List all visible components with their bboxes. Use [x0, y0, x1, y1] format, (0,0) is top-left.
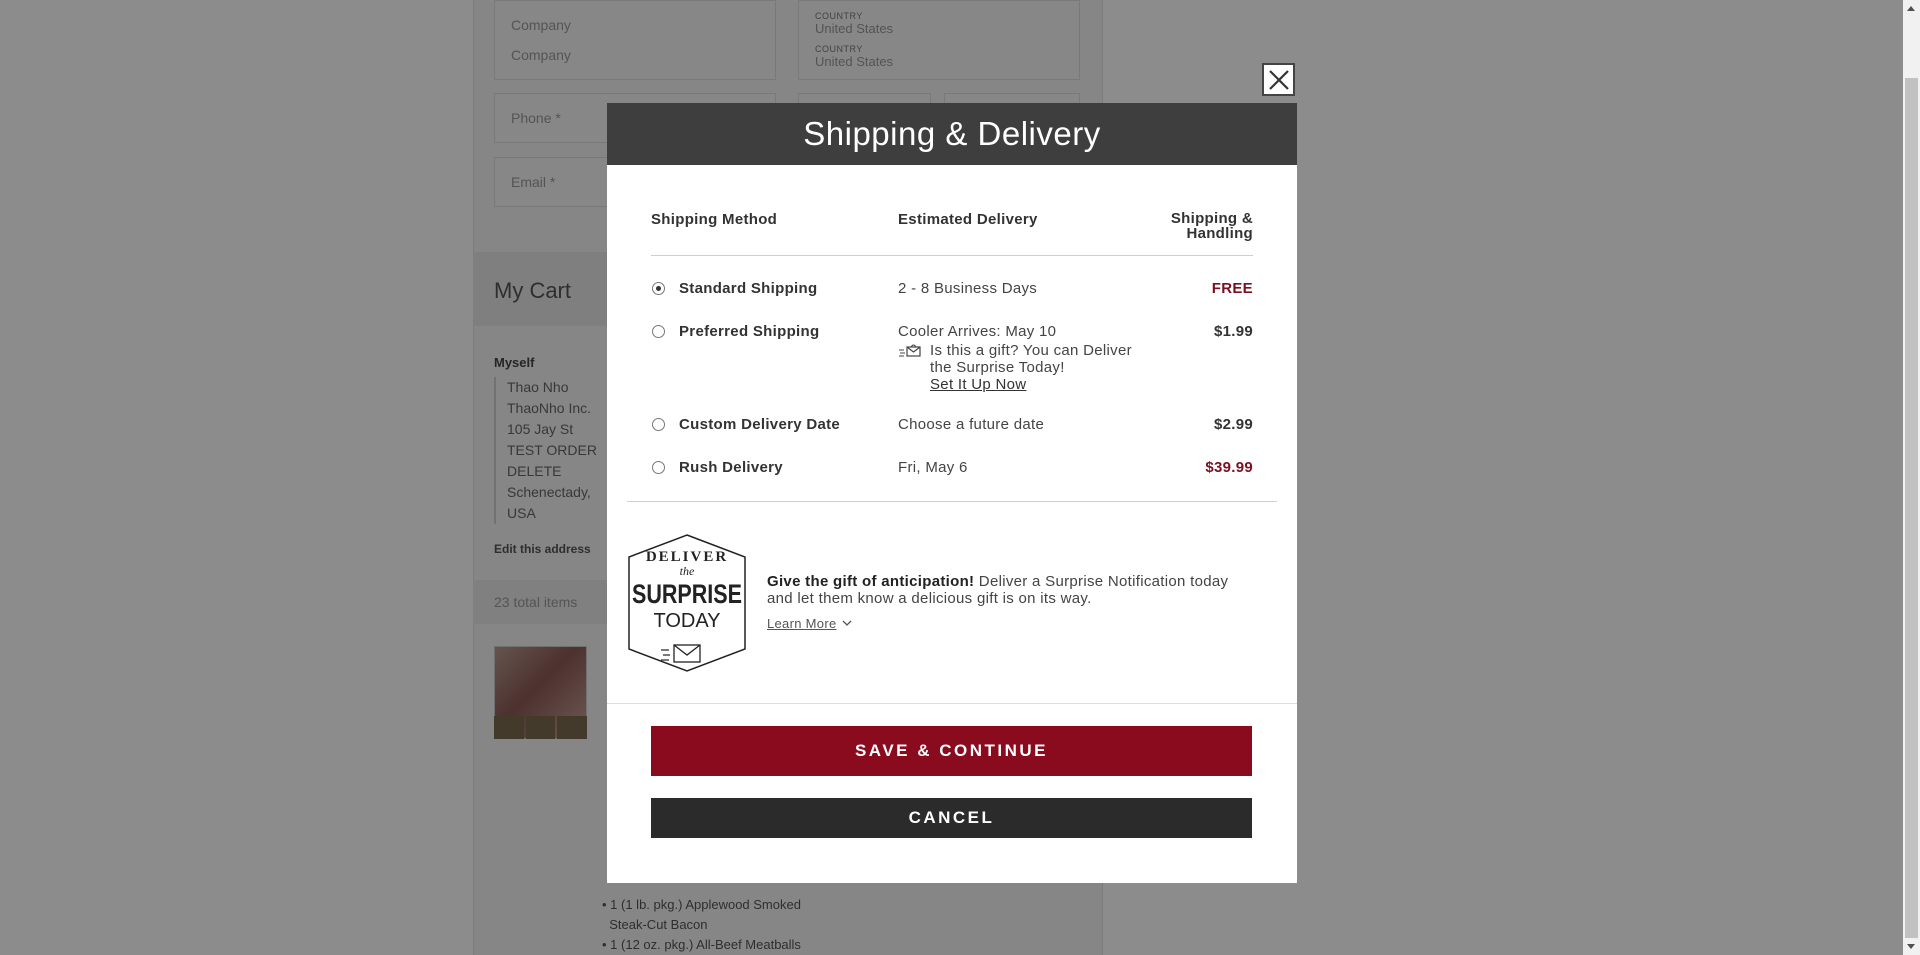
page-scrollbar[interactable]	[1903, 0, 1920, 955]
deliver-surprise-badge-icon: DELIVER the SURPRISE TODAY	[628, 534, 746, 672]
scroll-down-arrow-icon[interactable]	[1907, 944, 1915, 949]
shipping-option-preferred[interactable]: Preferred Shipping Cooler Arrives: May 1…	[651, 323, 1253, 393]
surprise-promo: DELIVER the SURPRISE TODAY Give the gift…	[627, 533, 1253, 673]
option-name: Preferred Shipping	[679, 323, 820, 340]
option-name: Standard Shipping	[679, 280, 818, 297]
header-divider	[651, 255, 1253, 256]
radio-standard[interactable]	[652, 282, 665, 295]
option-price: FREE	[1211, 280, 1253, 297]
close-icon	[1268, 69, 1289, 90]
badge-line: DELIVER	[646, 549, 728, 565]
radio-preferred[interactable]	[652, 325, 665, 338]
column-header-handling: Shipping & Handling	[1170, 210, 1253, 242]
column-header-estimated: Estimated Delivery	[898, 211, 1038, 228]
gift-envelope-icon	[899, 344, 921, 357]
scroll-up-arrow-icon[interactable]	[1907, 6, 1915, 11]
scrollbar-thumb[interactable]	[1905, 78, 1918, 938]
gift-note-text: Is this a gift? You can Deliver the Surp…	[930, 342, 1132, 376]
radio-custom-date[interactable]	[652, 418, 665, 431]
option-estimate: Fri, May 6	[898, 459, 968, 476]
learn-more-toggle[interactable]: Learn More	[767, 616, 852, 631]
promo-text: Give the gift of anticipation! Deliver a…	[767, 573, 1257, 607]
option-name: Rush Delivery	[679, 459, 783, 476]
modal-title: Shipping & Delivery	[607, 103, 1297, 165]
learn-more-label: Learn More	[767, 616, 837, 631]
chevron-down-icon	[843, 620, 852, 626]
option-estimate: Cooler Arrives: May 10	[898, 323, 1057, 340]
option-price: $1.99	[1213, 323, 1253, 340]
badge-line: SURPRISE	[632, 579, 742, 609]
option-estimate: Choose a future date	[898, 416, 1045, 433]
option-price: $2.99	[1213, 416, 1253, 433]
badge-line: TODAY	[653, 610, 720, 632]
option-name: Custom Delivery Date	[679, 416, 841, 433]
radio-rush[interactable]	[652, 461, 665, 474]
badge-line: the	[680, 564, 695, 578]
close-modal-button[interactable]	[1262, 63, 1295, 96]
options-divider	[627, 501, 1277, 502]
set-it-up-now-link[interactable]: Set It Up Now	[930, 376, 1026, 393]
option-estimate: 2 - 8 Business Days	[898, 280, 1038, 297]
cancel-button[interactable]: CANCEL	[651, 798, 1252, 838]
gift-note: Is this a gift? You can Deliver the Surp…	[898, 342, 1158, 393]
promo-headline: Give the gift of anticipation!	[767, 573, 975, 590]
save-continue-button[interactable]: SAVE & CONTINUE	[651, 726, 1252, 776]
shipping-delivery-modal: Shipping & Delivery Shipping Method Esti…	[607, 103, 1297, 883]
option-price: $39.99	[1205, 459, 1253, 476]
column-header-method: Shipping Method	[651, 211, 778, 228]
footer-divider	[607, 703, 1297, 704]
